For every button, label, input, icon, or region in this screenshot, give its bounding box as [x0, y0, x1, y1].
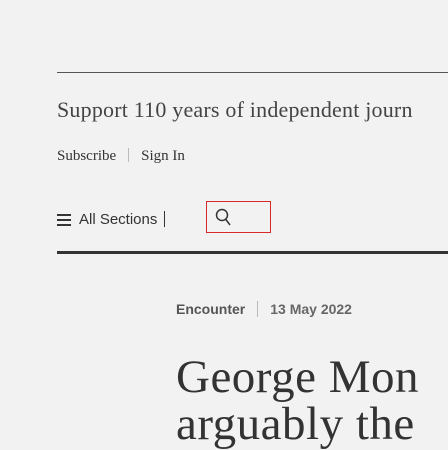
support-tagline[interactable]: Support 110 years of independent journ [57, 97, 413, 123]
account-links-divider [128, 148, 130, 162]
signin-link[interactable]: Sign In [141, 148, 185, 164]
article-date: 13 May 2022 [270, 301, 352, 317]
search-icon [215, 208, 231, 226]
hamburger-menu-icon[interactable] [57, 214, 71, 226]
search-button[interactable] [206, 201, 271, 233]
section-link[interactable]: Encounter [176, 301, 245, 317]
headline-line-2: arguably the [176, 398, 415, 450]
top-divider [57, 72, 448, 73]
menu-divider [164, 211, 166, 227]
all-sections-label[interactable]: All Sections [79, 211, 157, 228]
subscribe-link[interactable]: Subscribe [57, 148, 116, 164]
headline-line-1: George Mon [176, 351, 420, 403]
account-links: Subscribe Sign In [57, 148, 185, 165]
article-meta: Encounter 13 May 2022 [176, 301, 352, 317]
sections-menu[interactable]: All Sections [57, 211, 166, 228]
header-divider [57, 251, 448, 254]
meta-divider [257, 301, 259, 317]
article-headline: George Mon arguably the [176, 354, 419, 448]
